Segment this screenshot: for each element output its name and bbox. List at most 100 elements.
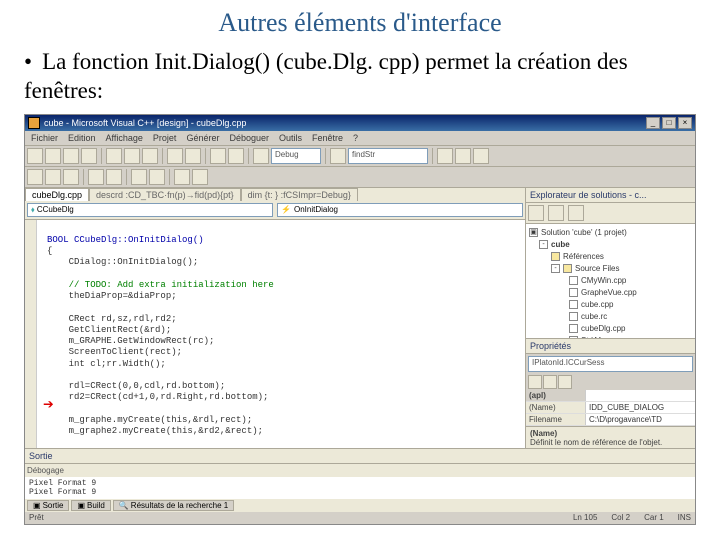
code-line: theDiaProp=&diaProp; xyxy=(47,291,177,301)
list-button[interactable] xyxy=(106,169,122,185)
new-button[interactable] xyxy=(27,148,43,164)
tree-source-folder[interactable]: -Source Files xyxy=(529,263,692,275)
code-line: CRect rd,sz,rdl,rd2; xyxy=(47,314,177,324)
prop-section[interactable]: (apl) xyxy=(526,390,586,401)
toolbox-button[interactable] xyxy=(63,169,79,185)
tree-project-node[interactable]: -cube xyxy=(529,239,692,251)
output-category-label: Débogage xyxy=(27,466,64,475)
code-line: GetClientRect(&rd); xyxy=(47,325,171,335)
tree-file-item[interactable]: CMyWin.cpp xyxy=(529,275,692,287)
code-line-comment: // TODO: Add extra initialization here xyxy=(47,280,274,290)
cut-button[interactable] xyxy=(106,148,122,164)
undo-button[interactable] xyxy=(167,148,183,164)
props-events-button[interactable] xyxy=(558,375,572,389)
find-dropdown[interactable]: findStr xyxy=(348,148,428,164)
app-icon xyxy=(28,117,40,129)
start-debug-button[interactable] xyxy=(253,148,269,164)
folder-icon xyxy=(563,264,572,273)
status-column: Col 2 xyxy=(611,513,630,522)
properties-panel: Propriétés IPlatonId.ICCurSess (apl) (Na… xyxy=(526,338,695,448)
editor-navigation-bar: ⬧ CCubeDlg ⚡OnInitDialog xyxy=(25,201,525,220)
uncomment-button[interactable] xyxy=(192,169,208,185)
nav-fwd-button[interactable] xyxy=(228,148,244,164)
nav-back-button[interactable] xyxy=(210,148,226,164)
cpp-file-icon xyxy=(569,324,578,333)
properties-title: Propriétés xyxy=(526,339,695,354)
code-line: { xyxy=(47,246,52,256)
maximize-button[interactable]: □ xyxy=(662,117,676,129)
member-dropdown[interactable]: ⚡OnInitDialog xyxy=(277,203,523,217)
status-line: Ln 105 xyxy=(573,513,597,522)
menu-bar: Fichier Edition Affichage Projet Générer… xyxy=(25,131,695,146)
tree-file-item[interactable]: GrapheVue.cpp xyxy=(529,287,692,299)
paste-button[interactable] xyxy=(142,148,158,164)
menu-edit[interactable]: Edition xyxy=(68,133,96,143)
config-dropdown[interactable]: Debug xyxy=(271,148,321,164)
menu-file[interactable]: Fichier xyxy=(31,133,58,143)
menu-view[interactable]: Affichage xyxy=(106,133,143,143)
props-alpha-button[interactable] xyxy=(543,375,557,389)
menu-debug[interactable]: Déboguer xyxy=(229,133,269,143)
class-icon: ⬧ xyxy=(31,205,35,215)
misc-button-1[interactable] xyxy=(437,148,453,164)
find-button[interactable] xyxy=(330,148,346,164)
menu-build[interactable]: Générer xyxy=(186,133,219,143)
prop-value[interactable]: IDD_CUBE_DIALOG xyxy=(586,402,695,413)
sol-toolbar-btn-2[interactable] xyxy=(548,205,564,221)
tree-file-item[interactable]: cube.rc xyxy=(529,311,692,323)
tree-references-node[interactable]: Références xyxy=(529,251,692,263)
menu-tools[interactable]: Outils xyxy=(279,133,302,143)
properties-grid[interactable]: (apl) (Name)IDD_CUBE_DIALOG FilenameC:\D… xyxy=(526,390,695,426)
editor-tab-2[interactable]: descrd :CD_TBC·fn(p)→fid(pd){pt} xyxy=(89,188,241,201)
minimize-button[interactable]: _ xyxy=(646,117,660,129)
menu-project[interactable]: Projet xyxy=(153,133,177,143)
misc-button-2[interactable] xyxy=(455,148,471,164)
tree-file-item[interactable]: cubeDlg.cpp xyxy=(529,323,692,335)
class-dropdown[interactable]: ⬧ CCubeDlg xyxy=(27,203,273,217)
open-button[interactable] xyxy=(45,148,61,164)
bookmark-button[interactable] xyxy=(88,169,104,185)
expand-icon[interactable]: - xyxy=(539,240,548,249)
code-line: BOOL CCubeDlg::OnInitDialog() xyxy=(47,235,204,245)
bottom-tab-search[interactable]: 🔍 Résultats de la recherche 1 xyxy=(113,500,234,511)
class-view-button[interactable] xyxy=(27,169,43,185)
folder-icon xyxy=(551,252,560,261)
solution-tree[interactable]: ▣Solution 'cube' (1 projet) -cube Référe… xyxy=(526,224,695,338)
code-line: CDialog::OnInitDialog(); xyxy=(47,257,198,267)
tree-solution-node[interactable]: ▣Solution 'cube' (1 projet) xyxy=(529,227,692,239)
code-line: m_GRAPHE.GetWindowRect(rc); xyxy=(47,336,214,346)
prop-value[interactable]: C:\D\progavance\TD xyxy=(586,414,695,425)
bottom-tab-build[interactable]: ▣ Build xyxy=(71,500,110,511)
menu-help[interactable]: ? xyxy=(353,133,358,143)
status-ins-mode: INS xyxy=(678,513,691,522)
save-all-button[interactable] xyxy=(81,148,97,164)
sol-toolbar-btn-1[interactable] xyxy=(528,205,544,221)
copy-button[interactable] xyxy=(124,148,140,164)
indent-more-button[interactable] xyxy=(149,169,165,185)
comment-button[interactable] xyxy=(174,169,190,185)
prop-button[interactable] xyxy=(45,169,61,185)
props-categorized-button[interactable] xyxy=(528,375,542,389)
misc-button-3[interactable] xyxy=(473,148,489,164)
save-button[interactable] xyxy=(63,148,79,164)
tree-file-item[interactable]: cube.cpp xyxy=(529,299,692,311)
indent-less-button[interactable] xyxy=(131,169,147,185)
sol-toolbar-btn-3[interactable] xyxy=(568,205,584,221)
bottom-tab-output[interactable]: ▣ Sortie xyxy=(27,500,69,511)
editor-tab-3[interactable]: dim {t: } :fCSImpr=Debug} xyxy=(241,188,358,201)
editor-tab-active[interactable]: cubeDlg.cpp xyxy=(25,188,89,201)
close-button[interactable]: × xyxy=(678,117,692,129)
code-line: ScreenToClient(rect); xyxy=(47,347,182,357)
ide-window: cube - Microsoft Visual C++ [design] - c… xyxy=(24,114,696,525)
window-titlebar[interactable]: cube - Microsoft Visual C++ [design] - c… xyxy=(25,115,695,131)
expand-icon[interactable]: - xyxy=(551,264,560,273)
editor-tabstrip: cubeDlg.cpp descrd :CD_TBC·fn(p)→fid(pd)… xyxy=(25,188,525,201)
properties-object-dropdown[interactable]: IPlatonId.ICCurSess xyxy=(528,356,693,372)
slide-title: Autres éléments d'interface xyxy=(24,8,696,38)
code-line: int cl;rr.Width(); xyxy=(47,359,166,369)
menu-window[interactable]: Fenêtre xyxy=(312,133,343,143)
output-text[interactable]: Pixel Format 9 Pixel Format 9 xyxy=(25,477,695,499)
status-ready: Prêt xyxy=(29,513,44,522)
redo-button[interactable] xyxy=(185,148,201,164)
code-editor[interactable]: BOOL CCubeDlg::OnInitDialog() { CDialog:… xyxy=(25,220,525,448)
